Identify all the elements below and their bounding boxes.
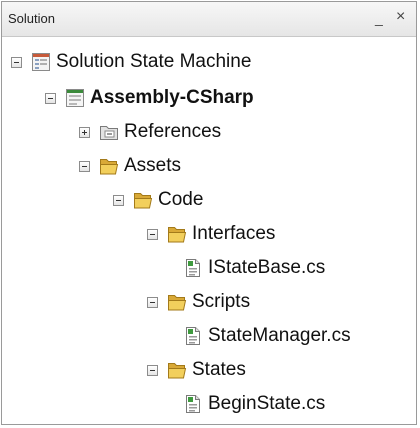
collapse-icon[interactable] xyxy=(147,364,158,376)
tree-item-project[interactable]: Assembly-CSharp xyxy=(45,81,254,115)
collapse-icon[interactable] xyxy=(45,92,56,104)
tree-item-label: Interfaces xyxy=(192,223,276,244)
collapse-icon[interactable] xyxy=(147,296,158,308)
csharp-file-icon xyxy=(186,259,200,277)
tree-item-solution[interactable]: Solution State Machine xyxy=(11,45,251,79)
tree-item-interfaces[interactable]: Interfaces xyxy=(147,217,275,251)
open-folder-icon xyxy=(168,227,187,243)
open-folder-icon xyxy=(168,295,187,311)
solution-icon xyxy=(32,53,50,71)
collapse-icon[interactable] xyxy=(11,56,22,68)
tree-item-label: Solution State Machine xyxy=(56,51,252,72)
csharp-file-icon xyxy=(186,327,200,345)
close-icon[interactable]: × xyxy=(396,9,405,25)
tree-item-states[interactable]: States xyxy=(147,353,246,387)
collapse-icon[interactable] xyxy=(147,228,158,240)
tree-item-scripts[interactable]: Scripts xyxy=(147,285,250,319)
pin-icon[interactable]: _ xyxy=(375,11,383,25)
collapse-icon[interactable] xyxy=(113,194,124,206)
solution-panel: Solution _ × Solution State Machine Asse… xyxy=(1,1,417,425)
tree-item-label: References xyxy=(124,121,222,142)
references-folder-icon xyxy=(100,126,118,140)
tree-item-code[interactable]: Code xyxy=(113,183,203,217)
tree-item-label: BeginState.cs xyxy=(208,393,326,414)
collapse-icon[interactable] xyxy=(79,160,90,172)
tree-item-label: StateManager.cs xyxy=(208,325,351,346)
open-folder-icon xyxy=(100,159,119,175)
tree-item-statemanager[interactable]: StateManager.cs xyxy=(183,319,351,353)
tree-item-assets[interactable]: Assets xyxy=(79,149,181,183)
tree-item-istatebase[interactable]: IStateBase.cs xyxy=(183,251,325,285)
tree-item-label: Assembly-CSharp xyxy=(90,87,254,108)
csharp-project-icon xyxy=(66,89,84,107)
tree-item-label: States xyxy=(192,359,246,380)
csharp-file-icon xyxy=(186,395,200,413)
panel-titlebar: Solution _ × xyxy=(2,2,416,37)
tree-item-label: Code xyxy=(158,189,204,210)
open-folder-icon xyxy=(168,363,187,379)
tree-item-label: IStateBase.cs xyxy=(208,257,326,278)
expand-icon[interactable] xyxy=(79,126,90,138)
tree-item-label: Assets xyxy=(124,155,182,176)
tree-item-beginstate[interactable]: BeginState.cs xyxy=(183,387,325,421)
panel-title: Solution xyxy=(8,11,55,26)
tree-item-references[interactable]: References xyxy=(79,115,221,149)
tree-item-label: Scripts xyxy=(192,291,251,312)
open-folder-icon xyxy=(134,193,153,209)
